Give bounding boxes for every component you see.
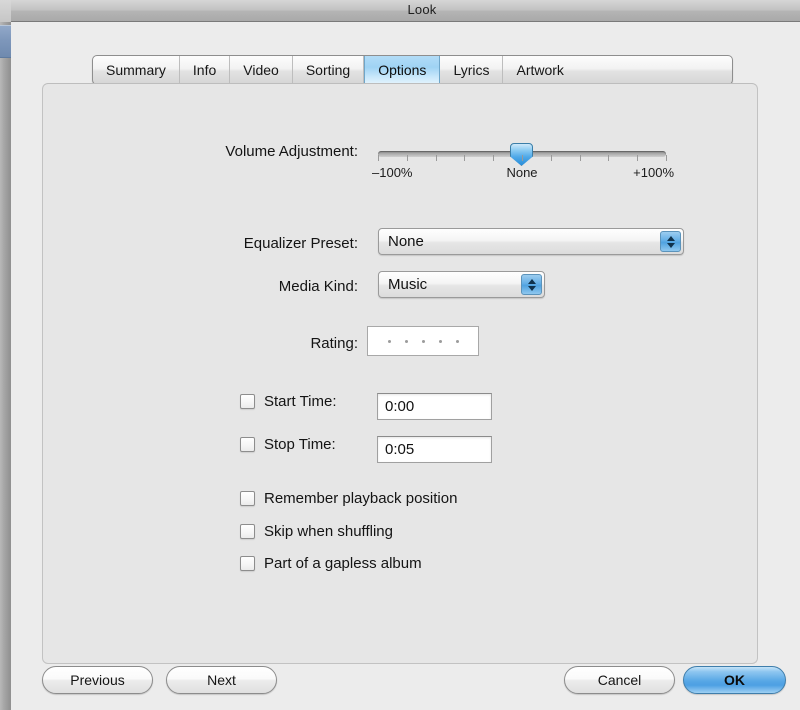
get-info-dialog: Look Summary Info Video Sorting Options …	[11, 0, 800, 710]
start-time-input[interactable]: 0:00	[377, 393, 492, 420]
media-kind-stepper[interactable]	[521, 274, 542, 295]
chevron-up-icon	[666, 235, 675, 241]
rating-star-1[interactable]	[387, 339, 391, 343]
media-kind-value: Music	[388, 276, 428, 293]
tab-video[interactable]: Video	[230, 56, 293, 84]
volume-adjustment-label: Volume Adjustment:	[225, 143, 358, 160]
equalizer-preset-value: None	[388, 233, 424, 250]
volume-adjustment-slider[interactable]: –100% None +100%	[372, 140, 674, 183]
window-titlebar[interactable]: Look	[11, 0, 800, 22]
volume-scale-min: –100%	[372, 165, 413, 180]
start-time-checkbox[interactable]	[240, 394, 255, 409]
volume-slider-tick	[666, 155, 667, 161]
rating-star-4[interactable]	[438, 339, 442, 343]
dialog-body: Summary Info Video Sorting Options Lyric…	[11, 22, 800, 710]
volume-scale-max: +100%	[633, 165, 674, 180]
volume-slider-tick	[493, 155, 495, 161]
window-title-area: Look	[33, 0, 800, 22]
rating-star-2[interactable]	[404, 339, 408, 343]
rating-label: Rating:	[310, 335, 358, 352]
stop-time-input[interactable]: 0:05	[377, 436, 492, 463]
window-title: Look	[407, 2, 437, 17]
start-time-label: Start Time:	[264, 393, 337, 410]
tab-bar: Summary Info Video Sorting Options Lyric…	[92, 55, 733, 85]
ok-button[interactable]: OK	[683, 666, 786, 694]
part-of-gapless-album-checkbox[interactable]	[240, 556, 255, 571]
volume-scale-mid: None	[506, 165, 538, 180]
tab-options[interactable]: Options	[364, 56, 441, 84]
skip-when-shuffling-row[interactable]: Skip when shuffling	[240, 523, 393, 540]
tab-summary[interactable]: Summary	[93, 56, 180, 84]
next-button[interactable]: Next	[166, 666, 277, 694]
part-of-gapless-album-row[interactable]: Part of a gapless album	[240, 555, 422, 572]
stop-time-label: Stop Time:	[264, 436, 336, 453]
rating-star-3[interactable]	[421, 339, 425, 343]
remember-playback-position-row[interactable]: Remember playback position	[240, 490, 457, 507]
volume-slider-tick	[550, 155, 552, 161]
volume-slider-tick	[608, 155, 610, 161]
part-of-gapless-album-label: Part of a gapless album	[264, 555, 422, 572]
remember-playback-position-label: Remember playback position	[264, 490, 458, 507]
previous-button[interactable]: Previous	[42, 666, 153, 694]
volume-slider-ticks	[378, 155, 667, 163]
media-kind-select[interactable]: Music	[378, 271, 545, 298]
tab-lyrics[interactable]: Lyrics	[440, 56, 504, 84]
skip-when-shuffling-checkbox[interactable]	[240, 524, 255, 539]
cancel-button[interactable]: Cancel	[564, 666, 675, 694]
volume-slider-tick	[435, 155, 437, 161]
volume-slider-tick	[378, 155, 379, 161]
equalizer-preset-label: Equalizer Preset:	[243, 235, 358, 252]
volume-slider-tick	[464, 155, 466, 161]
media-kind-label: Media Kind:	[278, 278, 358, 295]
tab-artwork[interactable]: Artwork	[503, 56, 576, 84]
volume-slider-tick	[406, 155, 408, 161]
stop-time-checkbox-row[interactable]: Stop Time:	[240, 436, 336, 453]
skip-when-shuffling-label: Skip when shuffling	[264, 523, 393, 540]
equalizer-preset-stepper[interactable]	[660, 231, 681, 252]
remember-playback-position-checkbox[interactable]	[240, 491, 255, 506]
volume-slider-scale: –100% None +100%	[372, 165, 674, 183]
equalizer-preset-select[interactable]: None	[378, 228, 684, 255]
volume-slider-tick	[637, 155, 639, 161]
chevron-up-icon	[527, 278, 536, 284]
volume-slider-tick	[579, 155, 581, 161]
rating-star-5[interactable]	[455, 339, 459, 343]
volume-slider-tick	[522, 155, 523, 161]
chevron-down-icon	[666, 242, 675, 248]
screen: Look Summary Info Video Sorting Options …	[0, 0, 800, 710]
tab-sorting[interactable]: Sorting	[293, 56, 365, 84]
chevron-down-icon	[527, 285, 536, 291]
start-time-checkbox-row[interactable]: Start Time:	[240, 393, 337, 410]
background-window-titlebar-edge	[0, 0, 11, 22]
background-window-edge	[0, 0, 11, 710]
rating-stars[interactable]	[367, 326, 479, 356]
stop-time-checkbox[interactable]	[240, 437, 255, 452]
tab-info[interactable]: Info	[180, 56, 231, 84]
